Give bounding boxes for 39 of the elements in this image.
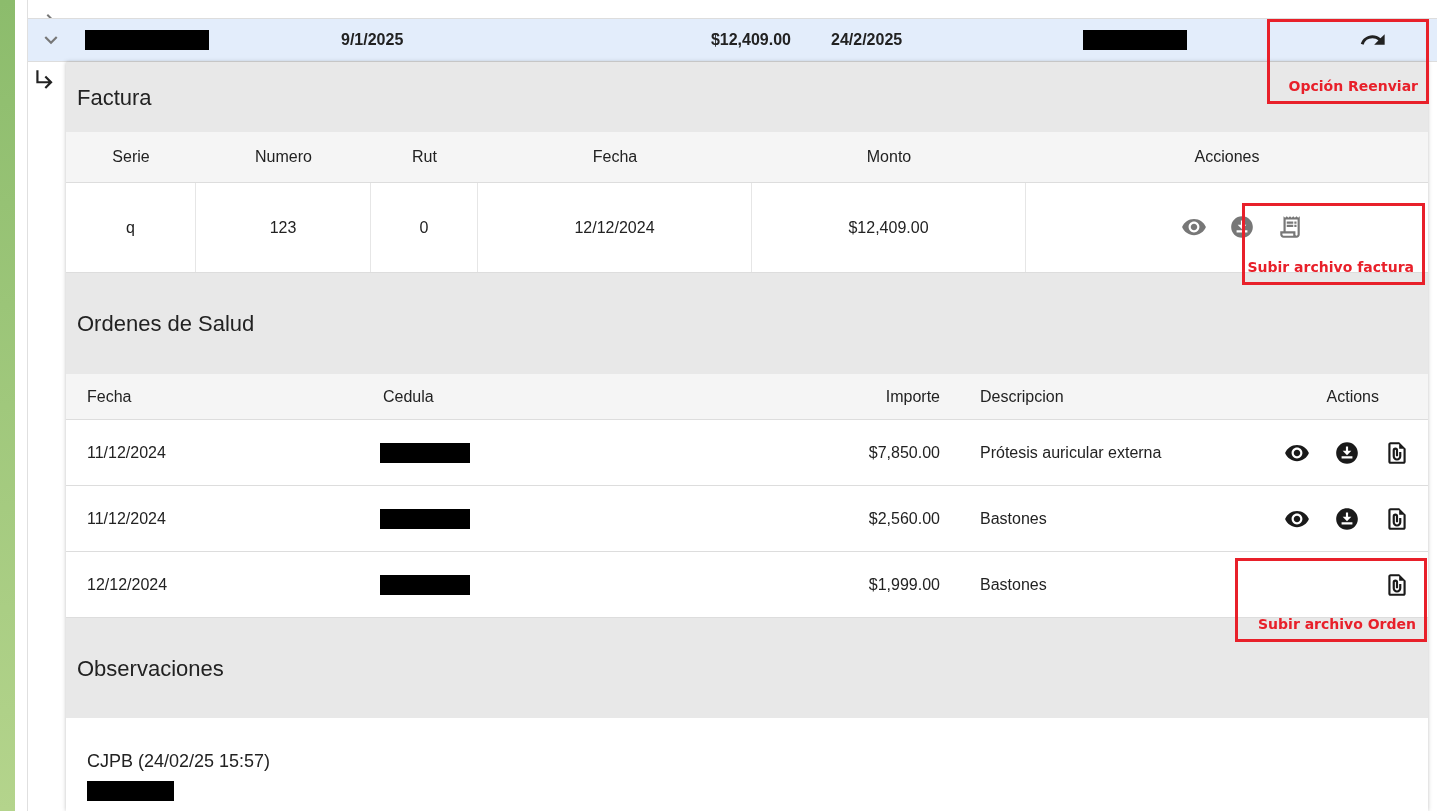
column-header: Serie bbox=[111, 147, 151, 167]
column-header: Fecha bbox=[591, 147, 639, 167]
table-cell-text: Bastones bbox=[980, 508, 1048, 529]
section-title: Factura bbox=[77, 83, 152, 112]
table-cell-text: 24/2/2025 bbox=[831, 30, 904, 50]
table-cell-text: Prótesis auricular externa bbox=[980, 442, 1163, 463]
table-cell-text: 9/1/2025 bbox=[341, 30, 405, 50]
column-header: Cedula bbox=[383, 386, 435, 407]
table-cell-text: $1,999.00 bbox=[867, 574, 940, 595]
section-title: Observaciones bbox=[77, 654, 224, 683]
annotation-label: Opción Reenviar bbox=[1288, 77, 1418, 96]
annotation-label: Subir archivo factura bbox=[1247, 258, 1414, 277]
table-cell-text: $2,560.00 bbox=[867, 508, 940, 529]
table-cell-text: $12,409.00 bbox=[709, 30, 791, 50]
table-cell: 123 bbox=[196, 183, 371, 272]
table-cell-text: 11/12/2024 bbox=[86, 442, 167, 463]
column-header: Descripcion bbox=[980, 386, 1065, 407]
table-cell: $12,409.00 bbox=[752, 183, 1026, 272]
observation-header: CJPB (24/02/25 15:57) bbox=[87, 750, 272, 773]
column-header: Rut bbox=[411, 147, 438, 167]
column-header: Numero bbox=[254, 147, 313, 167]
table-cell: q bbox=[66, 183, 196, 272]
table-row[interactable]: 9/1/2025 $12,409.00 24/2/2025 bbox=[28, 19, 1437, 62]
receipt-icon[interactable] bbox=[1277, 213, 1303, 240]
download-icon[interactable] bbox=[1334, 439, 1360, 466]
column-header: Fecha bbox=[86, 386, 133, 407]
table-cell-text: $7,850.00 bbox=[867, 442, 940, 463]
table-cell: 0 bbox=[371, 183, 478, 272]
table-cell: 12/12/2024 bbox=[478, 183, 752, 272]
section-title: Ordenes de Salud bbox=[77, 310, 255, 338]
column-header: Actions bbox=[1325, 386, 1380, 407]
annotation-label: Subir archivo Orden bbox=[1258, 615, 1416, 634]
table-cell-text: 12/12/2024 bbox=[86, 574, 169, 595]
table-cell-text: Bastones bbox=[980, 574, 1048, 595]
column-header: Importe bbox=[884, 386, 940, 407]
column-header: Monto bbox=[865, 147, 913, 167]
download-icon[interactable] bbox=[1334, 505, 1360, 532]
table-cell-text: 11/12/2024 bbox=[86, 508, 167, 529]
column-header: Acciones bbox=[1193, 147, 1261, 167]
